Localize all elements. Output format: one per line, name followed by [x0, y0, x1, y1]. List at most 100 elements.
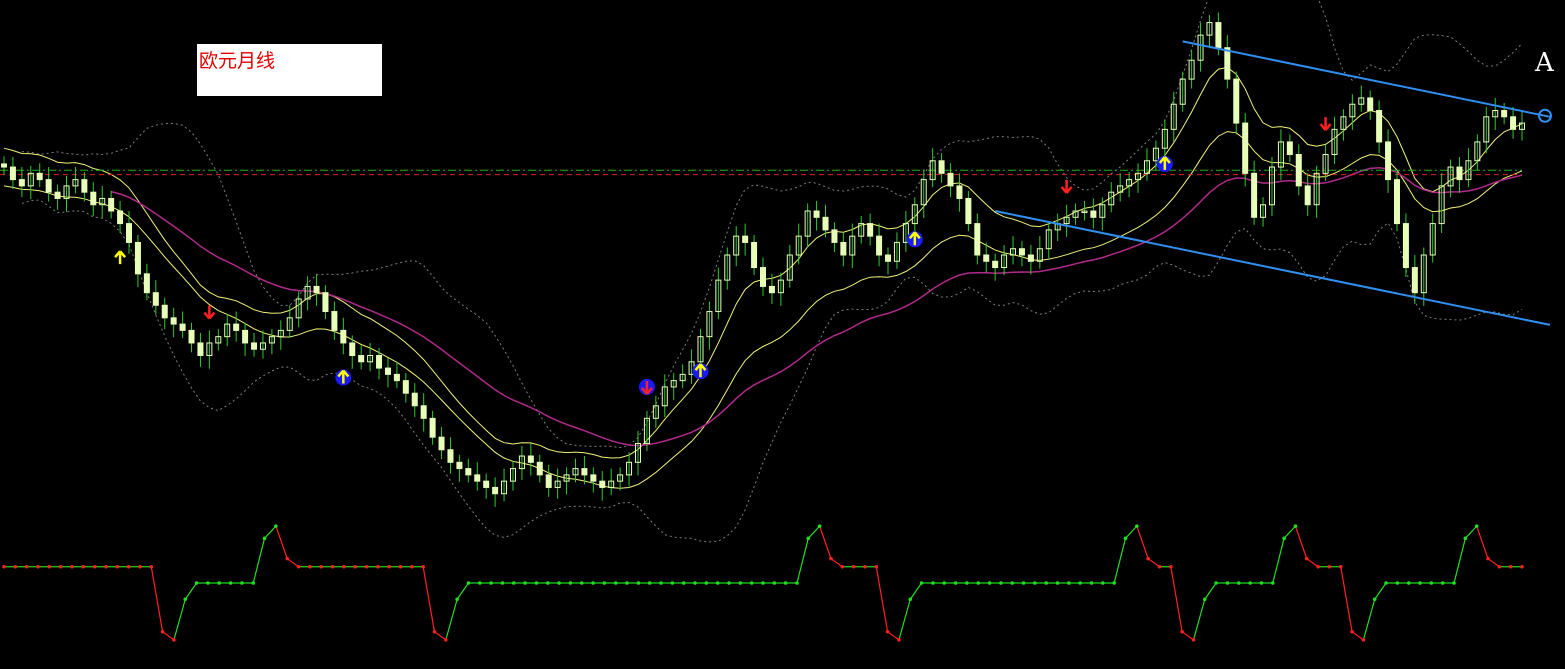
candle-body	[1511, 117, 1516, 130]
oscillator-point	[161, 630, 165, 634]
candle-body	[939, 161, 944, 174]
oscillator-point	[1248, 581, 1252, 585]
oscillator-point	[739, 581, 743, 585]
oscillator-point	[251, 581, 255, 585]
oscillator-point	[874, 565, 878, 569]
candle-body	[1377, 111, 1382, 142]
candle-body	[1394, 180, 1399, 224]
oscillator-point	[285, 557, 289, 561]
candle-body	[2, 164, 7, 167]
candle-body	[984, 255, 989, 261]
oscillator-point	[1475, 524, 1479, 528]
candle-body	[109, 198, 114, 211]
candle-body	[886, 255, 891, 261]
candle-body	[82, 180, 87, 193]
candle-body	[1386, 142, 1391, 180]
oscillator-point	[1350, 630, 1354, 634]
oscillator-point	[523, 581, 527, 585]
candle-body	[252, 343, 257, 349]
oscillator-point	[104, 565, 108, 569]
oscillator-segment	[287, 559, 298, 567]
oscillator-point	[965, 581, 969, 585]
oscillator-segment	[797, 538, 808, 583]
oscillator-point	[1305, 557, 1309, 561]
oscillator-point	[1067, 581, 1071, 585]
oscillator-point	[716, 581, 720, 585]
oscillator-segment	[163, 632, 174, 640]
oscillator-point	[1203, 597, 1207, 601]
oscillator-segment	[151, 567, 162, 632]
oscillator-point	[818, 524, 822, 528]
candle-body	[484, 481, 489, 487]
oscillator-point	[149, 565, 153, 569]
oscillator-point	[761, 581, 765, 585]
oscillator-point	[580, 581, 584, 585]
channel-lower-line	[995, 211, 1550, 325]
candle-body	[55, 192, 60, 198]
candle-body	[1234, 79, 1239, 123]
candle-body	[537, 462, 542, 475]
candle-body	[528, 456, 533, 462]
oscillator-point	[1022, 581, 1026, 585]
oscillator-segment	[1488, 559, 1499, 567]
candle-body	[171, 318, 176, 324]
oscillator-point	[217, 581, 221, 585]
candle-body	[841, 242, 846, 255]
candle-body	[144, 274, 149, 293]
oscillator-segment	[1273, 538, 1284, 583]
oscillator-point	[127, 565, 131, 569]
oscillator-point	[138, 565, 142, 569]
oscillator-segment	[1477, 526, 1488, 559]
candle-body	[1296, 154, 1301, 185]
candle-body	[430, 418, 435, 437]
oscillator-point	[682, 581, 686, 585]
candle-body	[153, 293, 158, 306]
oscillator-point	[387, 565, 391, 569]
oscillator-point	[297, 565, 301, 569]
oscillator-point	[1135, 524, 1139, 528]
oscillator-segment	[1284, 526, 1295, 538]
candle-body	[118, 211, 123, 224]
oscillator-segment	[899, 599, 910, 640]
oscillator-point	[229, 581, 233, 585]
candle-body	[162, 305, 167, 318]
oscillator-point	[376, 565, 380, 569]
oscillator-point	[886, 630, 890, 634]
oscillator-point	[1520, 565, 1524, 569]
oscillator-point	[784, 581, 788, 585]
candle-body	[752, 242, 757, 267]
oscillator-segment	[1205, 583, 1216, 599]
candle-body	[877, 236, 882, 255]
oscillator-point	[1498, 565, 1502, 569]
oscillator-point	[183, 597, 187, 601]
price-chart	[0, 0, 1565, 669]
oscillator-segment	[253, 538, 264, 583]
oscillator-point	[693, 581, 697, 585]
oscillator-point	[569, 581, 573, 585]
oscillator-point	[1237, 581, 1241, 585]
oscillator-point	[1158, 565, 1162, 569]
oscillator-segment	[808, 526, 819, 538]
candle-body	[91, 192, 96, 205]
candle-body	[421, 406, 426, 419]
oscillator-point	[1373, 597, 1377, 601]
oscillator-segment	[1114, 538, 1125, 583]
oscillator-point	[1282, 537, 1286, 541]
oscillator-point	[206, 581, 210, 585]
oscillator-segment	[876, 567, 887, 632]
oscillator-point	[115, 565, 119, 569]
oscillator-point	[863, 565, 867, 569]
oscillator-point	[1180, 630, 1184, 634]
oscillator-point	[1396, 581, 1400, 585]
oscillator-point	[467, 581, 471, 585]
candle-body	[948, 173, 953, 186]
candle-body	[314, 286, 319, 292]
oscillator-point	[1214, 581, 1218, 585]
oscillator-segment	[888, 632, 899, 640]
candle-body	[127, 224, 132, 243]
oscillator-segment	[276, 526, 287, 559]
oscillator-segment	[174, 599, 185, 640]
oscillator-point	[829, 557, 833, 561]
candle-body	[769, 286, 774, 292]
candle-body	[189, 330, 194, 343]
